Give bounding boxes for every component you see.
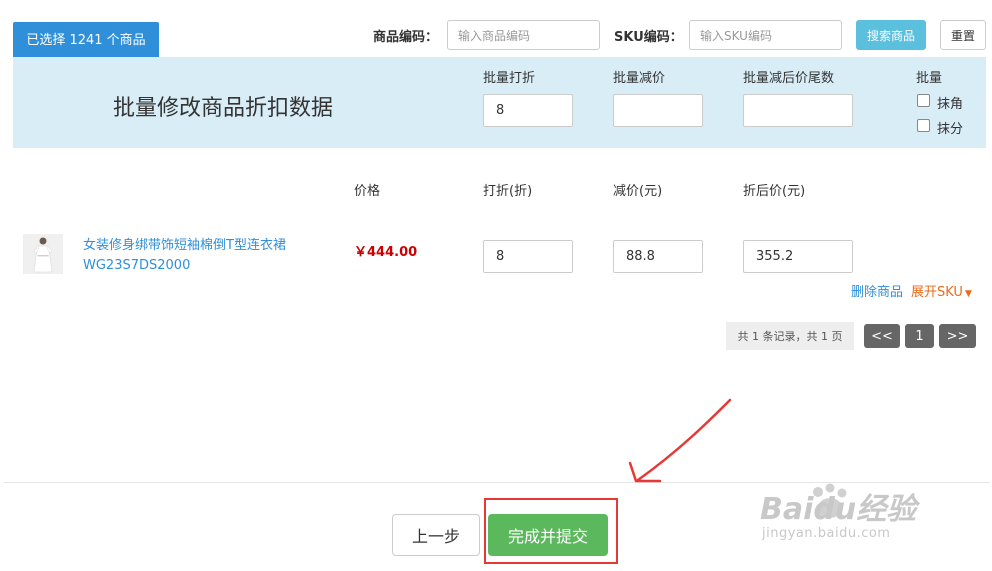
first-page-button[interactable]: <<: [864, 324, 900, 348]
annotation-highlight-box: [484, 498, 618, 564]
batch-tail-label: 批量减后价尾数: [743, 71, 835, 86]
row-reduce-input[interactable]: 88.8: [613, 240, 703, 273]
batch-discount-value: 8: [496, 103, 505, 118]
product-thumbnail[interactable]: [23, 234, 63, 274]
search-button[interactable]: 搜索商品: [856, 20, 926, 50]
watermark-brand: Baidu经验: [760, 492, 917, 527]
sku-code-label: SKU编码：: [614, 30, 683, 45]
annotation-arrow-icon: [628, 398, 732, 483]
batch-rounding-label: 批量: [916, 71, 943, 86]
caret-down-icon: ▼: [964, 289, 972, 299]
row-discount-value: 8: [496, 249, 505, 264]
watermark-url: jingyan.baidu.com: [762, 526, 891, 541]
sku-code-placeholder: 输入SKU编码: [700, 28, 772, 43]
discount-column-header: 打折(折): [483, 184, 533, 199]
pager-info: 共 1 条记录，共 1 页: [726, 322, 854, 350]
product-code-label: 商品编码：: [373, 30, 439, 45]
expand-sku-link[interactable]: 展开SKU ▼: [911, 281, 972, 300]
product-code-placeholder: 输入商品编码: [458, 28, 531, 43]
batch-discount-label: 批量打折: [483, 71, 536, 86]
delete-product-link[interactable]: 删除商品: [851, 281, 903, 300]
round-fen-label: 抹分: [937, 122, 964, 137]
batch-tail-input[interactable]: [743, 94, 853, 127]
row-after-price-input[interactable]: 355.2: [743, 240, 853, 273]
reset-button[interactable]: 重置: [940, 20, 986, 50]
row-reduce-value: 88.8: [626, 249, 655, 264]
price-column-header: 价格: [354, 184, 381, 199]
reduce-column-header: 减价(元): [613, 184, 663, 199]
batch-discount-input[interactable]: 8: [483, 94, 573, 127]
row-discount-input[interactable]: 8: [483, 240, 573, 273]
batch-reduce-label: 批量减价: [613, 71, 666, 86]
product-code-input[interactable]: 输入商品编码: [447, 20, 600, 50]
previous-step-button[interactable]: 上一步: [392, 514, 480, 556]
expand-sku-label: 展开SKU: [911, 285, 963, 300]
last-page-button[interactable]: >>: [939, 324, 976, 348]
round-fen-checkbox[interactable]: [917, 119, 930, 132]
round-jiao-label: 抹角: [937, 97, 964, 112]
row-after-price-value: 355.2: [756, 249, 794, 264]
sku-code-input[interactable]: 输入SKU编码: [689, 20, 842, 50]
round-jiao-checkbox[interactable]: [917, 94, 930, 107]
product-price: ￥444.00: [354, 245, 418, 260]
product-name-link[interactable]: 女装修身绑带饰短袖棉倒T型连衣裙WG23S7DS2000: [83, 236, 338, 276]
after-price-column-header: 折后价(元): [743, 184, 806, 199]
selected-count-tab[interactable]: 已选择 1241 个商品: [13, 22, 159, 57]
batch-edit-title: 批量修改商品折扣数据: [113, 96, 334, 121]
batch-reduce-input[interactable]: [613, 94, 703, 127]
product-dress-image: [23, 234, 63, 274]
current-page-button[interactable]: 1: [905, 324, 934, 348]
